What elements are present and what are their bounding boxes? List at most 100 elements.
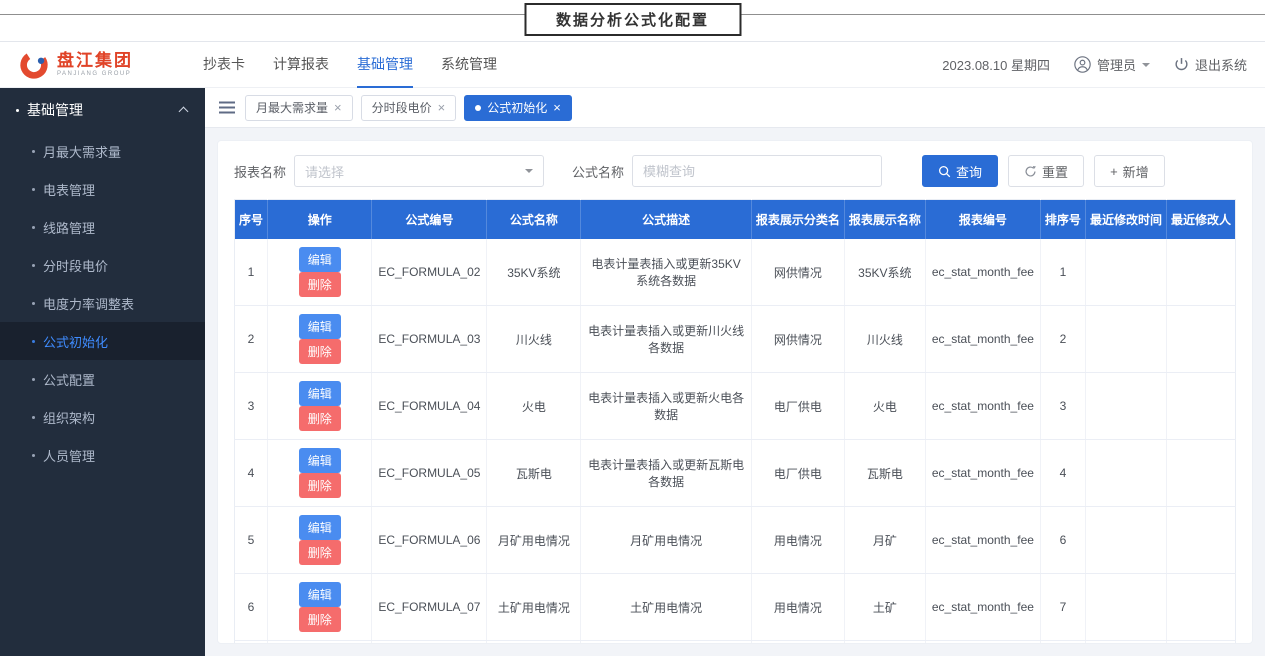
column-header: 最近修改时间 xyxy=(1085,200,1166,240)
tab-label: 分时段电价 xyxy=(372,99,432,116)
content-card: 报表名称 请选择 公式名称 xyxy=(217,140,1253,644)
table-cell: 土矿用电情况 xyxy=(581,574,751,641)
table-cell: 6 xyxy=(235,574,268,641)
header-right: 2023.08.10 星期四 管理员 退出系统 xyxy=(942,55,1247,74)
table-cell: 网供情况 xyxy=(751,239,844,306)
bullet-icon xyxy=(32,226,35,229)
user-icon xyxy=(1074,56,1091,73)
bullet-icon xyxy=(32,150,35,153)
column-header: 序号 xyxy=(235,200,268,240)
table-cell: 火电 xyxy=(487,373,581,440)
edit-button[interactable]: 编辑 xyxy=(299,448,341,473)
table-cell xyxy=(1166,373,1235,440)
table-cell: EC_FORMULA_04 xyxy=(372,373,487,440)
bullet-icon xyxy=(32,416,35,419)
table-cell: 35KV系统 xyxy=(487,239,581,306)
delete-button[interactable]: 删除 xyxy=(299,607,341,632)
sidebar-item[interactable]: 电表管理 xyxy=(0,170,205,208)
table-cell: 7 xyxy=(1040,574,1085,641)
hamburger-icon[interactable] xyxy=(219,101,235,114)
table-cell xyxy=(1166,239,1235,306)
sidebar: 基础管理 月最大需求量电表管理线路管理分时段电价电度力率调整表公式初始化公式配置… xyxy=(0,88,205,656)
layout: 基础管理 月最大需求量电表管理线路管理分时段电价电度力率调整表公式初始化公式配置… xyxy=(0,88,1265,656)
sidebar-item[interactable]: 人员管理 xyxy=(0,436,205,474)
sidebar-item[interactable]: 组织架构 xyxy=(0,398,205,436)
table-cell: 用电情况 xyxy=(751,507,844,574)
column-header: 报表展示名称 xyxy=(844,200,925,240)
sidebar-item[interactable]: 公式初始化 xyxy=(0,322,205,360)
reset-button-label: 重置 xyxy=(1042,162,1068,181)
edit-button[interactable]: 编辑 xyxy=(299,247,341,272)
table-cell: 电表计量表插入或更新35KV系统各数据 xyxy=(581,239,751,306)
table-cell: 35KV系统 xyxy=(844,239,925,306)
edit-button[interactable]: 编辑 xyxy=(299,582,341,607)
table-cell xyxy=(1166,574,1235,641)
filter-row: 报表名称 请选择 公式名称 xyxy=(234,155,1236,187)
sidebar-item[interactable]: 线路管理 xyxy=(0,208,205,246)
table-row: 4编辑删除EC_FORMULA_05瓦斯电电表计量表插入或更新瓦斯电各数据电厂供… xyxy=(235,440,1236,507)
edit-button[interactable]: 编辑 xyxy=(299,314,341,339)
tab[interactable]: 月最大需求量× xyxy=(245,95,353,121)
sidebar-item[interactable]: 电度力率调整表 xyxy=(0,284,205,322)
logout-button[interactable]: 退出系统 xyxy=(1174,55,1247,74)
table-cell: 月矿用电情况 xyxy=(581,507,751,574)
sidebar-item[interactable]: 月最大需求量 xyxy=(0,132,205,170)
delete-button[interactable]: 删除 xyxy=(299,540,341,565)
sidebar-item-label: 月最大需求量 xyxy=(43,142,121,161)
table-cell: ec_stat_month_fee xyxy=(925,507,1040,574)
nav-item[interactable]: 计算报表 xyxy=(273,42,329,88)
row-actions: 编辑删除 xyxy=(268,507,372,574)
sidebar-section-basic-mgmt[interactable]: 基础管理 xyxy=(0,88,205,132)
logo-icon xyxy=(18,49,50,81)
sidebar-item[interactable]: 分时段电价 xyxy=(0,246,205,284)
delete-button[interactable]: 删除 xyxy=(299,339,341,364)
user-menu[interactable]: 管理员 xyxy=(1074,55,1150,74)
reset-button[interactable]: 重置 xyxy=(1008,155,1084,187)
edit-button[interactable]: 编辑 xyxy=(299,381,341,406)
search-button[interactable]: 查询 xyxy=(922,155,998,187)
table-cell: 4 xyxy=(235,440,268,507)
table-cell: 土矿 xyxy=(844,574,925,641)
sidebar-item-label: 组织架构 xyxy=(43,408,95,427)
edit-button[interactable]: 编辑 xyxy=(299,515,341,540)
logo: 盘江集团 PANJIANG GROUP xyxy=(18,49,183,81)
table-cell: 用电情况 xyxy=(751,641,844,645)
delete-button[interactable]: 删除 xyxy=(299,473,341,498)
table-cell: 1 xyxy=(235,239,268,306)
close-icon[interactable]: × xyxy=(438,101,446,114)
table-row: 5编辑删除EC_FORMULA_06月矿用电情况月矿用电情况用电情况月矿ec_s… xyxy=(235,507,1236,574)
row-actions: 编辑删除 xyxy=(268,641,372,645)
tab[interactable]: 公式初始化× xyxy=(464,95,572,121)
user-label: 管理员 xyxy=(1097,55,1136,74)
delete-button[interactable]: 删除 xyxy=(299,272,341,297)
close-icon[interactable]: × xyxy=(334,101,342,114)
close-icon[interactable]: × xyxy=(553,101,561,114)
nav-item[interactable]: 系统管理 xyxy=(441,42,497,88)
table-cell: 2 xyxy=(235,306,268,373)
nav-item[interactable]: 基础管理 xyxy=(357,42,413,88)
table-cell xyxy=(1085,306,1166,373)
row-actions: 编辑删除 xyxy=(268,239,372,306)
nav-item[interactable]: 抄表卡 xyxy=(203,42,245,88)
tab[interactable]: 分时段电价 × xyxy=(361,95,457,121)
table-row: 7编辑删除EC_FORMULA_08山矿用电情况山矿用电情况用电情况山矿ec_s… xyxy=(235,641,1236,645)
table-row: 3编辑删除EC_FORMULA_04火电电表计量表插入或更新火电各数据电厂供电火… xyxy=(235,373,1236,440)
table-cell: EC_FORMULA_05 xyxy=(372,440,487,507)
table-cell: 川火线 xyxy=(487,306,581,373)
table-cell: EC_FORMULA_07 xyxy=(372,574,487,641)
formula-name-input[interactable] xyxy=(632,155,882,187)
delete-button[interactable]: 删除 xyxy=(299,406,341,431)
search-icon xyxy=(938,165,951,178)
row-actions: 编辑删除 xyxy=(268,440,372,507)
column-header: 公式名称 xyxy=(487,200,581,240)
table-cell xyxy=(1085,440,1166,507)
main-area: 月最大需求量×分时段电价×公式初始化× 报表名称 请选择 公式名称 xyxy=(205,88,1265,656)
table-cell: 网供情况 xyxy=(751,306,844,373)
sidebar-item[interactable]: 公式配置 xyxy=(0,360,205,398)
table-cell: EC_FORMULA_08 xyxy=(372,641,487,645)
report-name-label: 报表名称 xyxy=(234,162,286,181)
plus-icon: + xyxy=(1110,164,1118,179)
row-actions: 编辑删除 xyxy=(268,574,372,641)
report-name-select[interactable]: 请选择 xyxy=(294,155,544,187)
add-button[interactable]: + 新增 xyxy=(1094,155,1165,187)
